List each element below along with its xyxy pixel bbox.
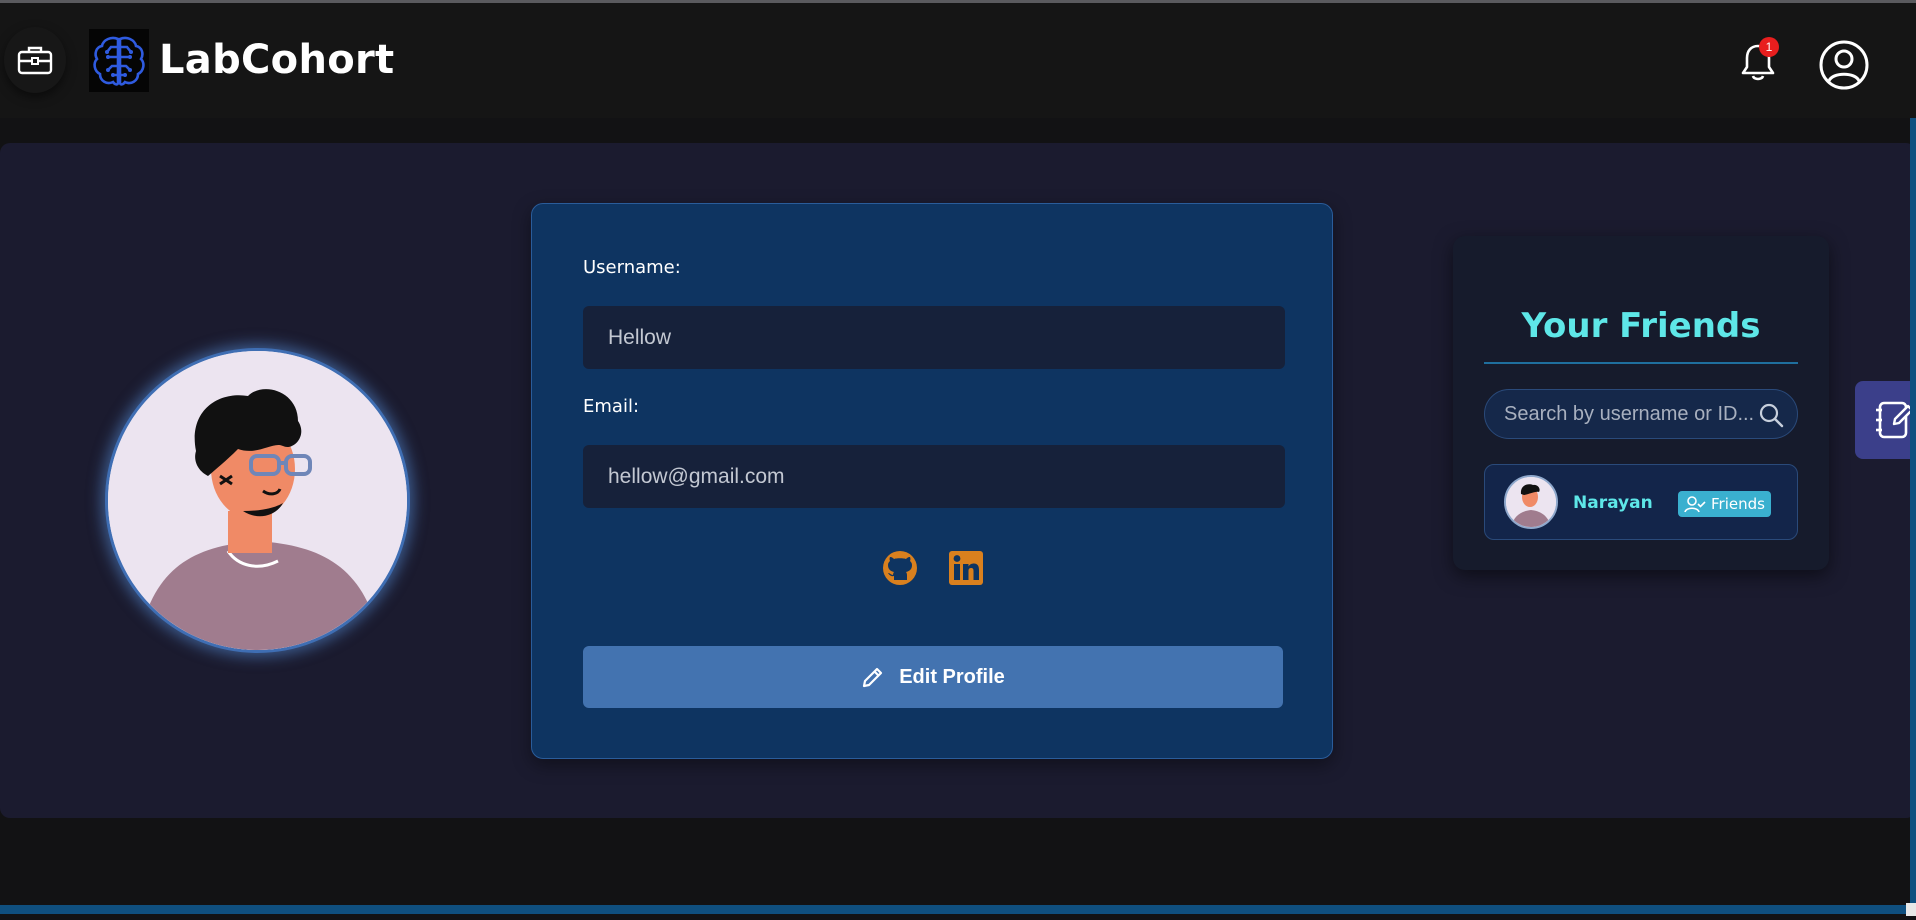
horizontal-scrollbar[interactable] — [0, 905, 1916, 914]
username-field[interactable] — [583, 306, 1285, 369]
profile-card: Username: Email: Edit Profile — [531, 203, 1333, 759]
profile-avatar — [105, 348, 410, 653]
user-check-icon — [1684, 496, 1706, 513]
user-circle-icon — [1819, 40, 1869, 90]
edit-profile-label: Edit Profile — [899, 665, 1005, 688]
friend-list-item[interactable]: Narayan Friends — [1484, 464, 1798, 540]
friend-avatar — [1504, 475, 1558, 529]
notification-count-badge: 1 — [1759, 37, 1779, 57]
brain-icon — [93, 36, 145, 86]
briefcase-icon — [17, 46, 53, 75]
vertical-scrollbar[interactable] — [1910, 118, 1916, 908]
linkedin-icon — [949, 551, 983, 585]
email-label: Email: — [583, 396, 640, 417]
github-icon — [883, 551, 917, 585]
friend-name[interactable]: Narayan — [1573, 493, 1653, 513]
username-label: Username: — [583, 257, 681, 278]
friends-divider — [1484, 362, 1798, 364]
github-link[interactable] — [882, 550, 918, 586]
avatar-illustration — [108, 351, 407, 650]
app-title[interactable]: LabCohort — [159, 37, 394, 83]
friend-search-input[interactable] — [1504, 402, 1754, 426]
email-field[interactable] — [583, 445, 1285, 508]
pencil-icon — [863, 667, 883, 688]
notes-side-tab[interactable] — [1855, 381, 1916, 459]
friend-avatar-illustration — [1506, 477, 1556, 527]
friends-title: Your Friends — [1521, 306, 1761, 346]
scrollbar-corner — [1906, 903, 1916, 916]
friend-search-box[interactable] — [1484, 389, 1798, 439]
edit-profile-button[interactable]: Edit Profile — [583, 646, 1283, 708]
user-menu-button[interactable] — [1818, 39, 1870, 91]
linkedin-link[interactable] — [948, 550, 984, 586]
search-icon[interactable] — [1758, 402, 1784, 428]
brain-logo[interactable] — [89, 29, 149, 92]
friend-status-label: Friends — [1711, 495, 1765, 513]
friends-panel: Your Friends Narayan Friends — [1453, 236, 1829, 570]
briefcase-button[interactable] — [4, 27, 66, 93]
friend-status-badge[interactable]: Friends — [1678, 491, 1771, 517]
navbar: LabCohort 1 — [0, 3, 1916, 118]
